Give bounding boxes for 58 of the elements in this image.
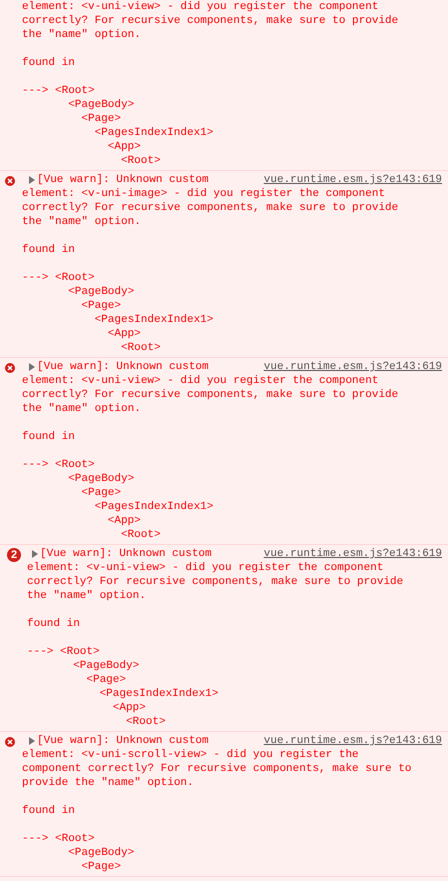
component-name: <Root> <box>126 715 166 729</box>
error-icon <box>5 176 15 186</box>
found-in-text: found in <box>22 56 76 70</box>
component-name: <Page> <box>81 112 121 126</box>
warning-text: element: <v-uni-view> - did you register the component correctly? For recursive components, make sure to provide the "name" option. <box>27 561 404 603</box>
component-name: <PageBody> <box>68 285 134 299</box>
arrow-text: ---> <box>22 84 50 99</box>
component-name: <App> <box>108 327 141 341</box>
expand-triangle-icon[interactable] <box>32 550 38 558</box>
component-name: <PageBody> <box>68 98 134 112</box>
component-name: <PageBody> <box>68 472 134 486</box>
warning-text: [Vue warn]: Unknown custom <box>37 360 209 374</box>
found-in-text: found in <box>22 430 76 444</box>
found-in-text: found in <box>22 804 76 818</box>
source-link[interactable]: vue.runtime.esm.js?e143:619 <box>264 547 442 561</box>
error-icon <box>5 363 15 373</box>
expand-triangle-icon[interactable] <box>29 737 35 745</box>
component-name: <App> <box>108 514 141 528</box>
warning-text: element: <v-uni-image> - did you register the component correctly? For recursive components, make sure to provide the "name" option. <box>22 187 400 229</box>
component-name: <PagesIndexIndex1> <box>94 313 214 327</box>
component-name: <Root> <box>60 645 100 659</box>
component-name: <PagesIndexIndex1> <box>94 126 214 140</box>
warning-text: element: <v-uni-view> - did you register the component correctly? For recursive components, make sure to provide the "name" option. <box>22 374 400 416</box>
found-in-text: found in <box>22 243 76 257</box>
component-name: <Root> <box>120 154 161 168</box>
component-name: <Root> <box>55 271 95 285</box>
error-icon <box>5 737 15 747</box>
arrow-text: ---> <box>22 832 50 847</box>
expand-triangle-icon[interactable] <box>29 363 35 371</box>
warning-text: [Vue warn]: Unknown custom <box>37 173 209 187</box>
component-name: <Page> <box>81 299 121 313</box>
expand-triangle-icon[interactable] <box>29 176 35 184</box>
component-name: <Root> <box>55 84 95 98</box>
warning-text: [Vue warn]: Unknown custom <box>40 547 212 561</box>
arrow-text: ---> <box>27 645 54 660</box>
component-name: <Root> <box>120 528 161 542</box>
component-name: <Page> <box>86 673 126 687</box>
arrow-text: ---> <box>22 458 50 473</box>
warning-text: element: <v-uni-scroll-view> - did you register the component correctly? For recursive components, make sure to provide the "name" option. <box>22 748 412 790</box>
component-name: <App> <box>112 701 146 715</box>
component-name: <App> <box>108 140 141 154</box>
component-name: <PagesIndexIndex1> <box>100 687 218 701</box>
component-name: <PageBody> <box>68 846 134 860</box>
arrow-text: ---> <box>22 271 50 286</box>
source-link[interactable]: vue.runtime.esm.js?e143:619 <box>264 734 442 748</box>
found-in-text: found in <box>27 617 81 631</box>
source-link[interactable]: vue.runtime.esm.js?e143:619 <box>264 173 442 187</box>
source-link[interactable]: vue.runtime.esm.js?e143:619 <box>264 360 442 374</box>
component-name: <Root> <box>120 341 161 355</box>
warning-text: [Vue warn]: Unknown custom <box>37 734 209 748</box>
component-name: <PagesIndexIndex1> <box>94 500 214 514</box>
repeat-count-badge: 2 <box>7 548 21 562</box>
warning-text: element: <v-uni-view> - did you register the component correctly? For recursive components, make sure to provide the "name" option. <box>22 0 400 42</box>
component-name: <Page> <box>81 486 121 500</box>
component-name: <Page> <box>81 860 121 874</box>
component-name: <PageBody> <box>73 659 140 673</box>
component-name: <Root> <box>55 458 95 472</box>
component-name: <Root> <box>55 832 95 846</box>
